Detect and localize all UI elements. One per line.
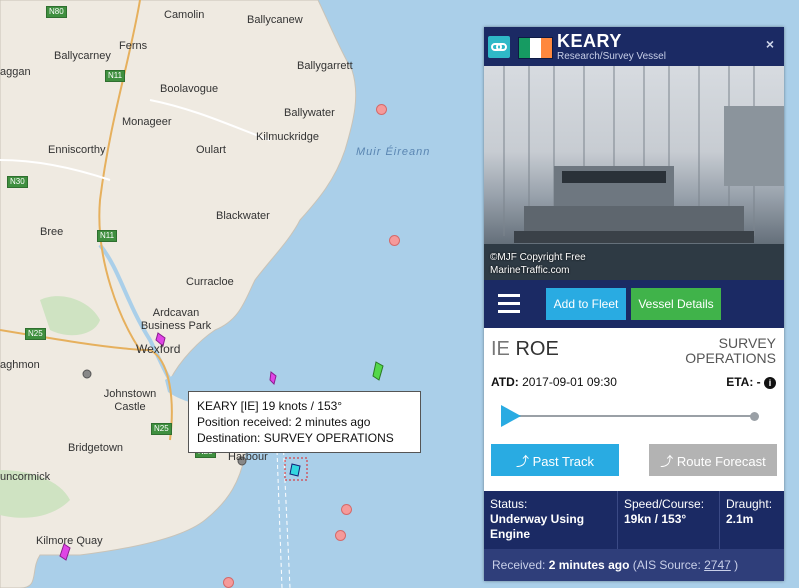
route-forecast-button[interactable]: ⤴ Route Forecast: [649, 444, 777, 476]
vessel-panel: KEARY Research/Survey Vessel × ©MJF Copy…: [484, 27, 784, 581]
aton-marker[interactable]: [389, 235, 400, 246]
atd: ATD: 2017-09-01 09:30: [491, 375, 617, 389]
sea-label: Muir Éireann: [356, 146, 431, 158]
past-track-button[interactable]: ⤴ Past Track: [491, 444, 619, 476]
place-label: Monageer: [122, 116, 172, 128]
panel-actions: Add to Fleet Vessel Details: [484, 280, 784, 328]
add-to-fleet-button[interactable]: Add to Fleet: [546, 288, 626, 320]
road-shield: N30: [7, 176, 28, 188]
road-shield: N80: [46, 6, 67, 18]
tooltip-position-received: Position received: 2 minutes ago: [197, 415, 371, 429]
aton-marker[interactable]: [376, 104, 387, 115]
route-icon: ⤴: [660, 453, 677, 469]
place-label: Kilmore Quay: [36, 535, 103, 547]
destination: IE ROE: [491, 338, 559, 361]
place-label: aggan: [0, 66, 31, 78]
voyage-section: IE ROE SURVEY OPERATIONS ATD: 2017-09-01…: [484, 328, 784, 491]
place-label: Kilmuckridge: [256, 131, 319, 143]
flag-icon: [518, 37, 553, 59]
place-label: Ferns: [119, 40, 148, 52]
road-shield: N25: [25, 328, 46, 340]
road-shield: N25: [151, 423, 172, 435]
destination-port: ROE: [515, 338, 559, 360]
photo-credit: ©MJF Copyright Free MarineTraffic.com: [490, 252, 586, 276]
vessel-name: KEARY: [557, 31, 622, 51]
aton-marker[interactable]: [335, 530, 346, 541]
status-stat: Status: Underway Using Engine: [484, 491, 618, 549]
voyage-progress-bar: [506, 415, 756, 417]
place-label: Ardcavan Business Park: [140, 307, 212, 332]
destination-country: IE: [491, 338, 510, 360]
link-icon[interactable]: [488, 36, 510, 58]
panel-header: KEARY Research/Survey Vessel ×: [484, 27, 784, 66]
vessel-progress-icon: [501, 405, 521, 427]
reported-destination: SURVEY OPERATIONS: [685, 335, 776, 366]
place-label: Bree: [40, 226, 64, 238]
place-label: Camolin: [164, 9, 205, 21]
menu-icon[interactable]: [498, 294, 520, 313]
road-shield: N11: [105, 70, 126, 82]
tooltip-vessel-speed: KEARY [IE] 19 knots / 153°: [197, 399, 343, 413]
destination-dot-icon: [750, 412, 759, 421]
place-label: Ballycarney: [54, 50, 111, 62]
ais-source-link[interactable]: 2747: [704, 558, 731, 572]
place-label: Wexford: [136, 342, 181, 356]
place-label: Curracloe: [186, 276, 234, 288]
place-label: Ballygarrett: [297, 60, 353, 72]
speed-stat: Speed/Course: 19kn / 153°: [618, 491, 720, 549]
draught-stat: Draught: 2.1m: [726, 497, 773, 526]
place-label: Boolavogue: [160, 83, 219, 95]
selected-vessel-icon[interactable]: [289, 463, 301, 477]
vessel-photo[interactable]: ©MJF Copyright Free MarineTraffic.com: [484, 66, 784, 280]
port-marker[interactable]: [82, 369, 92, 379]
place-label: Blackwater: [216, 210, 270, 222]
place-label: aghmon: [0, 359, 40, 371]
vessel-tooltip: KEARY [IE] 19 knots / 153° Position rece…: [188, 391, 421, 453]
vessel-stats: Status: Underway Using Engine Speed/Cour…: [484, 491, 784, 549]
vessel-type: Research/Survey Vessel: [557, 51, 666, 62]
place-label: uncormick: [0, 471, 51, 483]
aton-marker[interactable]: [341, 504, 352, 515]
place-label: Johnstown Castle: [103, 388, 157, 413]
place-label: Bridgetown: [68, 442, 124, 454]
info-icon[interactable]: i: [764, 376, 776, 389]
close-icon[interactable]: ×: [766, 36, 774, 52]
vessel-details-button[interactable]: Vessel Details: [631, 288, 721, 320]
place-label: Ballycanew: [247, 14, 303, 26]
eta: ETA: - i: [726, 375, 776, 389]
place-label: Enniscorthy: [48, 144, 106, 156]
track-icon: ⤴: [515, 453, 533, 469]
aton-marker[interactable]: [223, 577, 234, 588]
road-shield: N11: [97, 230, 118, 242]
place-label: Ballywater: [284, 107, 335, 119]
tooltip-destination: Destination: SURVEY OPERATIONS: [197, 431, 394, 445]
received-info: Received: 2 minutes ago (AIS Source: 274…: [484, 549, 784, 581]
place-label: Oulart: [196, 144, 226, 156]
